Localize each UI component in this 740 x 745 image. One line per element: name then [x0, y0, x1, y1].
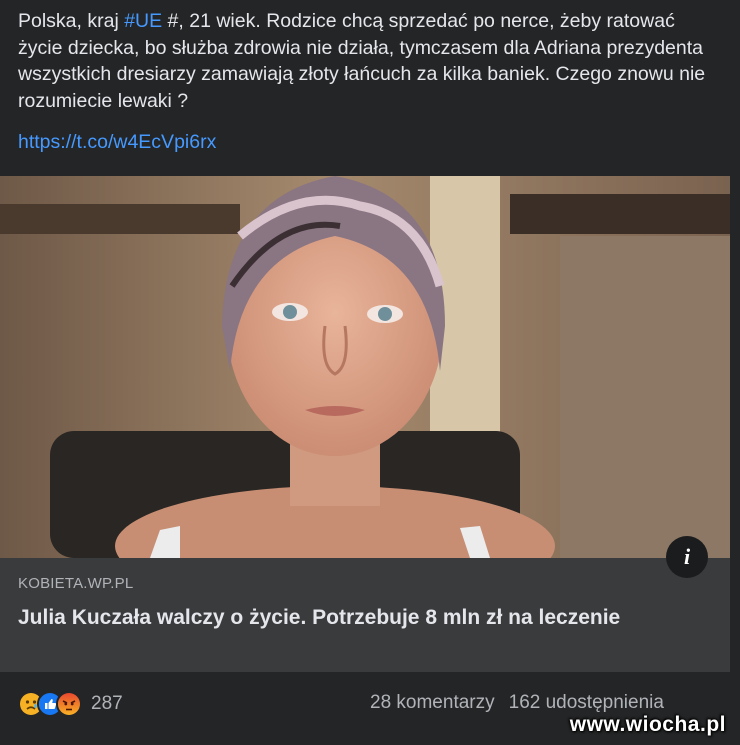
- hashtag-link[interactable]: #UE: [124, 10, 162, 32]
- link-title[interactable]: Julia Kuczała walczy o życie. Potrzebuje…: [18, 603, 658, 633]
- comments-count-link[interactable]: 28 komentarzy: [370, 692, 495, 713]
- link-preview-image[interactable]: [0, 176, 730, 558]
- angry-reaction-icon: [56, 691, 82, 717]
- post-footer: 287 28 komentarzy 162 udostępnienia www.w…: [0, 672, 740, 745]
- post-text: Polska, kraj #UE #, 21 wiek. Rodzice chc…: [18, 8, 718, 114]
- link-preview-card[interactable]: KOBIETA.WP.PL Julia Kuczała walczy o życ…: [0, 558, 730, 672]
- watermark: www.wiocha.pl: [569, 713, 726, 736]
- post-text-start: Polska, kraj: [18, 10, 125, 32]
- link-domain: KOBIETA.WP.PL: [18, 575, 134, 592]
- reactions-summary[interactable]: 287: [18, 690, 123, 718]
- info-icon[interactable]: i: [666, 536, 708, 578]
- post-stats: 28 komentarzy 162 udostępnienia: [370, 692, 678, 714]
- reaction-count[interactable]: 287: [91, 693, 123, 715]
- shares-count-link[interactable]: 162 udostępnienia: [509, 692, 664, 713]
- portrait-photo: [0, 176, 730, 558]
- shared-url-link[interactable]: https://t.co/w4EcVpi6rx: [18, 131, 216, 154]
